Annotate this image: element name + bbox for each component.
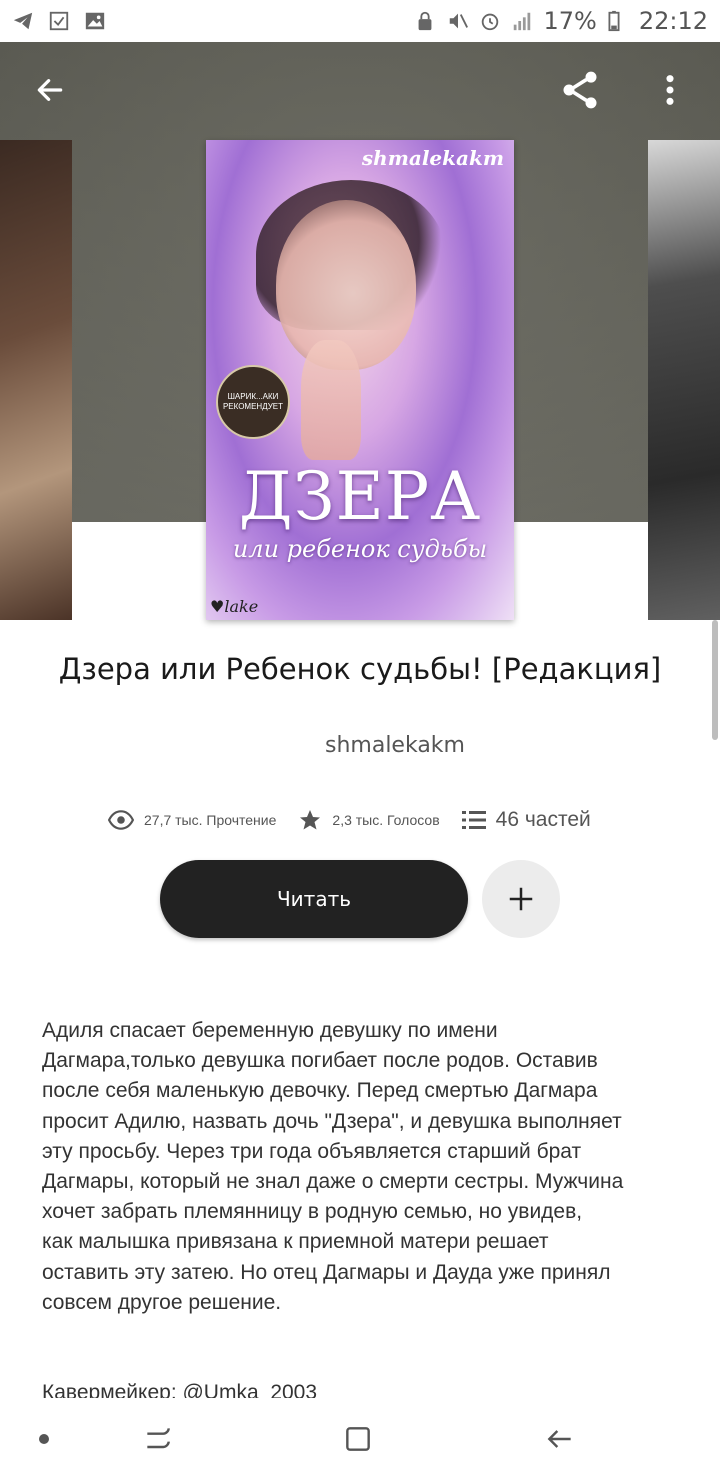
heart-icon: ♥: [210, 597, 225, 616]
recents-icon: [147, 1428, 170, 1449]
book-cover: shmalekakm ШАРИК...АКИ РЕКОМЕНДУЕТ ДЗЕРА…: [206, 140, 514, 620]
alarm-icon: [479, 10, 501, 32]
back-arrow-icon: [547, 1430, 571, 1448]
share-button[interactable]: [552, 62, 608, 118]
plus-icon: [509, 887, 533, 911]
parts-stat[interactable]: 46 частей: [461, 808, 591, 832]
cover-subtitle: или ребенок судьбы: [232, 535, 488, 563]
more-vertical-icon: [666, 75, 674, 105]
votes-stat: 2,3 тыс. Голосов: [298, 808, 440, 832]
gallery-icon: [84, 10, 106, 32]
previous-book-cover[interactable]: [0, 140, 72, 620]
list-icon: [461, 811, 486, 829]
cover-badge: ШАРИК...АКИ РЕКОМЕНДУЕТ: [216, 365, 290, 439]
checklist-icon: [48, 10, 70, 32]
book-description: Адиля спасает беременную девушку по имен…: [42, 1019, 624, 1314]
reads-count: 27,7 тыс. Прочтение: [144, 812, 277, 828]
parts-count: 46 частей: [495, 808, 591, 831]
lock-icon: [415, 10, 437, 32]
cover-signature: ♥lake: [210, 597, 258, 616]
top-toolbar: [0, 42, 720, 138]
nav-dot-button[interactable]: [14, 1409, 74, 1469]
cover-credit: Кавермейкер: @Umka_2003: [42, 1381, 318, 1398]
signal-icon: [511, 10, 533, 32]
book-title: Дзера или Ребенок судьбы! [Редакция]: [58, 652, 662, 686]
telegram-icon: [12, 10, 34, 32]
add-to-library-button[interactable]: [482, 860, 560, 938]
reads-stat: 27,7 тыс. Прочтение: [108, 807, 276, 833]
star-icon: [300, 810, 321, 830]
home-square-icon: [346, 1427, 370, 1451]
arrow-left-icon: [37, 79, 63, 101]
status-bar: 17% 22:12: [0, 0, 720, 42]
battery-percent: 17%: [543, 7, 597, 35]
cover-title: ДЗЕРА: [238, 458, 482, 535]
dot-icon: [39, 1434, 49, 1444]
votes-count: 2,3 тыс. Голосов: [332, 812, 440, 828]
next-book-cover[interactable]: [648, 140, 720, 620]
recent-apps-button[interactable]: [128, 1409, 188, 1469]
mute-icon: [447, 10, 469, 32]
battery-icon: [607, 10, 629, 32]
share-icon: [563, 71, 597, 109]
clock: 22:12: [638, 7, 708, 35]
more-menu-button[interactable]: [642, 62, 698, 118]
book-author[interactable]: shmalekakm: [0, 733, 720, 758]
cover-author-mark: shmalekakm: [361, 146, 504, 170]
cover-badge-line2: РЕКОМЕНДУЕТ: [222, 402, 284, 411]
cover-signature-text: lake: [224, 597, 259, 616]
home-button[interactable]: [328, 1409, 388, 1469]
eye-icon: [108, 810, 134, 830]
book-stats: 27,7 тыс. Прочтение 2,3 тыс. Голосов 46 …: [108, 800, 613, 840]
scrollbar[interactable]: [712, 620, 718, 740]
cover-art-hands: [301, 340, 361, 460]
system-nav-bar: [0, 1398, 720, 1480]
cover-badge-line1: ШАРИК...АКИ: [227, 391, 279, 401]
back-button[interactable]: [22, 62, 78, 118]
system-back-button[interactable]: [530, 1409, 590, 1469]
read-button[interactable]: Читать: [160, 860, 468, 938]
